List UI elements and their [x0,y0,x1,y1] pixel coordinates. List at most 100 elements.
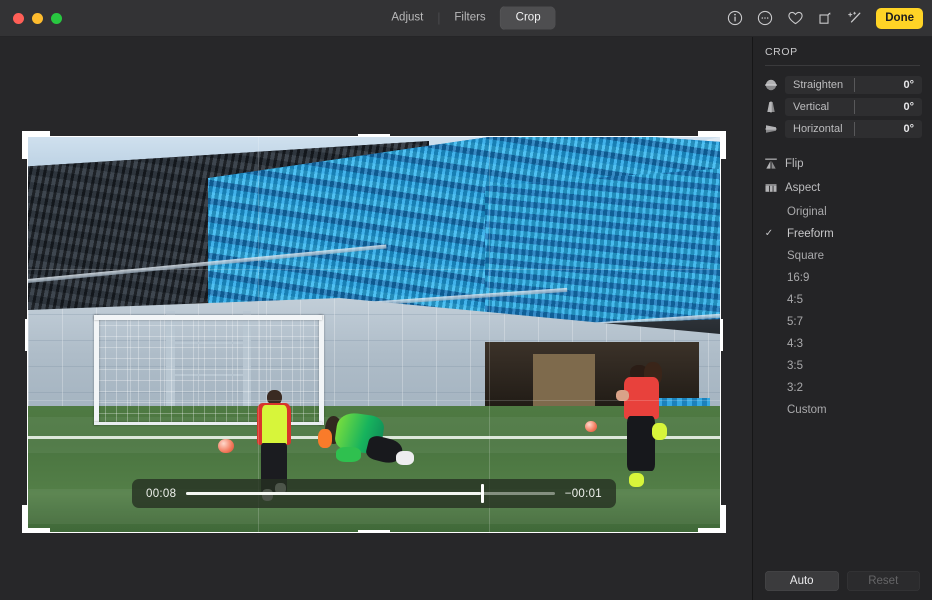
aspect-option-5-7[interactable]: 5:7 [753,311,932,333]
player-runner [609,362,678,500]
aspect-option-16-9[interactable]: 16:9 [753,267,932,289]
aspect-option-label: Custom [781,404,827,416]
horizontal-perspective-icon [763,121,778,136]
aspect-option-4-3[interactable]: 4:3 [753,333,932,355]
straighten-icon [763,77,778,92]
crop-panel: CROP Straighten 0° [752,37,932,600]
crop-handle-top-left[interactable] [22,131,27,159]
tab-adjust[interactable]: Adjust [376,7,438,30]
crop-handle-left-center[interactable] [25,319,28,351]
straighten-slider[interactable]: Straighten 0° [785,76,922,94]
player-goalkeeper [319,410,430,489]
crop-grid-line [28,400,720,401]
crop-handle-top-right[interactable] [721,131,726,159]
info-button[interactable] [722,6,748,30]
aspect-option-label: 5:7 [781,316,803,328]
comment-icon [757,10,773,26]
goal-crossbar [94,315,322,320]
flip-label: Flip [785,158,804,170]
aspect-option-3-2[interactable]: 3:2 [753,377,932,399]
horizontal-slider[interactable]: Horizontal 0° [785,120,922,138]
vertical-value: 0° [903,101,922,113]
soccer-ball [218,439,233,453]
tab-filters[interactable]: Filters [439,7,500,30]
reset-button: Reset [847,571,921,591]
window-controls [0,13,62,24]
aspect-option-label: 4:5 [781,294,803,306]
aspect-option-label: Original [781,206,827,218]
toolbar-actions: Done [722,6,923,30]
flip-row[interactable]: Flip [763,153,922,175]
image-canvas[interactable]: 00:08 −00:01 [0,37,752,600]
remaining-time-label: −00:01 [565,488,602,500]
horizontal-value: 0° [903,123,922,135]
favorite-button[interactable] [782,6,808,30]
crop-grid-line [489,137,490,532]
maximize-button[interactable] [51,13,62,24]
aspect-label: Aspect [785,182,820,194]
vertical-label: Vertical [785,101,903,113]
aspect-option-label: 16:9 [781,272,809,284]
playback-scrubber[interactable] [186,492,554,495]
favorite-heart-icon [787,10,804,26]
aspect-option-custom[interactable]: Custom [753,399,932,421]
playback-controls[interactable]: 00:08 −00:01 [132,479,616,508]
panel-footer-buttons: Auto Reset [753,571,932,591]
slider-center-tick [854,78,855,92]
titlebar: Adjust Filters Crop [0,0,932,37]
aspect-option-label: 3:5 [781,360,803,372]
goal-post-left [94,315,99,426]
straighten-value: 0° [903,79,922,91]
aspect-icon [763,181,778,196]
aspect-option-4-5[interactable]: 4:5 [753,289,932,311]
auto-enhance-button[interactable] [842,6,868,30]
comment-button[interactable] [752,6,778,30]
crop-frame[interactable]: 00:08 −00:01 [28,137,720,532]
playback-progress [186,492,481,495]
vertical-slider[interactable]: Vertical 0° [785,98,922,116]
close-button[interactable] [13,13,24,24]
elapsed-time-label: 00:08 [146,488,176,500]
editor-body: 00:08 −00:01 [0,37,932,600]
straighten-label: Straighten [785,79,903,91]
aspect-options-list: Original ✓ Freeform Square 16:9 4:5 [753,201,932,421]
crop-handle-bottom-center[interactable] [358,530,390,533]
crop-handle-top-center[interactable] [358,134,390,137]
aspect-option-3-5[interactable]: 3:5 [753,355,932,377]
aspect-option-freeform[interactable]: ✓ Freeform [753,223,932,245]
horizontal-row[interactable]: Horizontal 0° [763,119,922,138]
edit-mode-tabs[interactable]: Adjust Filters Crop [376,7,555,30]
aspect-option-square[interactable]: Square [753,245,932,267]
crop-handle-bottom-left[interactable] [22,505,27,533]
tab-crop[interactable]: Crop [501,7,556,30]
aspect-option-original[interactable]: Original [753,201,932,223]
slider-center-tick [854,100,855,114]
checkmark-icon: ✓ [763,229,775,239]
flip-icon [763,157,778,172]
photo-image [28,137,720,532]
playhead-handle[interactable] [481,484,484,503]
crop-handle-bottom-right[interactable] [721,505,726,533]
panel-title: CROP [753,46,932,65]
crop-grid-line [258,137,259,532]
aspect-option-label: Freeform [781,228,834,240]
aspect-row[interactable]: Aspect [763,177,922,199]
crop-handle-right-center[interactable] [720,319,723,351]
done-button[interactable]: Done [876,8,923,29]
vertical-row[interactable]: Vertical 0° [763,97,922,116]
tunnel-stairs [533,354,595,409]
minimize-button[interactable] [32,13,43,24]
crop-grid-line [28,269,720,270]
info-icon [727,10,743,26]
aspect-option-label: 3:2 [781,382,803,394]
rotate-icon [817,10,833,26]
auto-button[interactable]: Auto [765,571,839,591]
horizontal-label: Horizontal [785,123,903,135]
aspect-option-label: Square [781,250,824,262]
aspect-option-label: 4:3 [781,338,803,350]
vertical-perspective-icon [763,99,778,114]
slider-center-tick [854,122,855,136]
straighten-row[interactable]: Straighten 0° [763,75,922,94]
photo-editor-window: Adjust Filters Crop [0,0,932,600]
rotate-button[interactable] [812,6,838,30]
